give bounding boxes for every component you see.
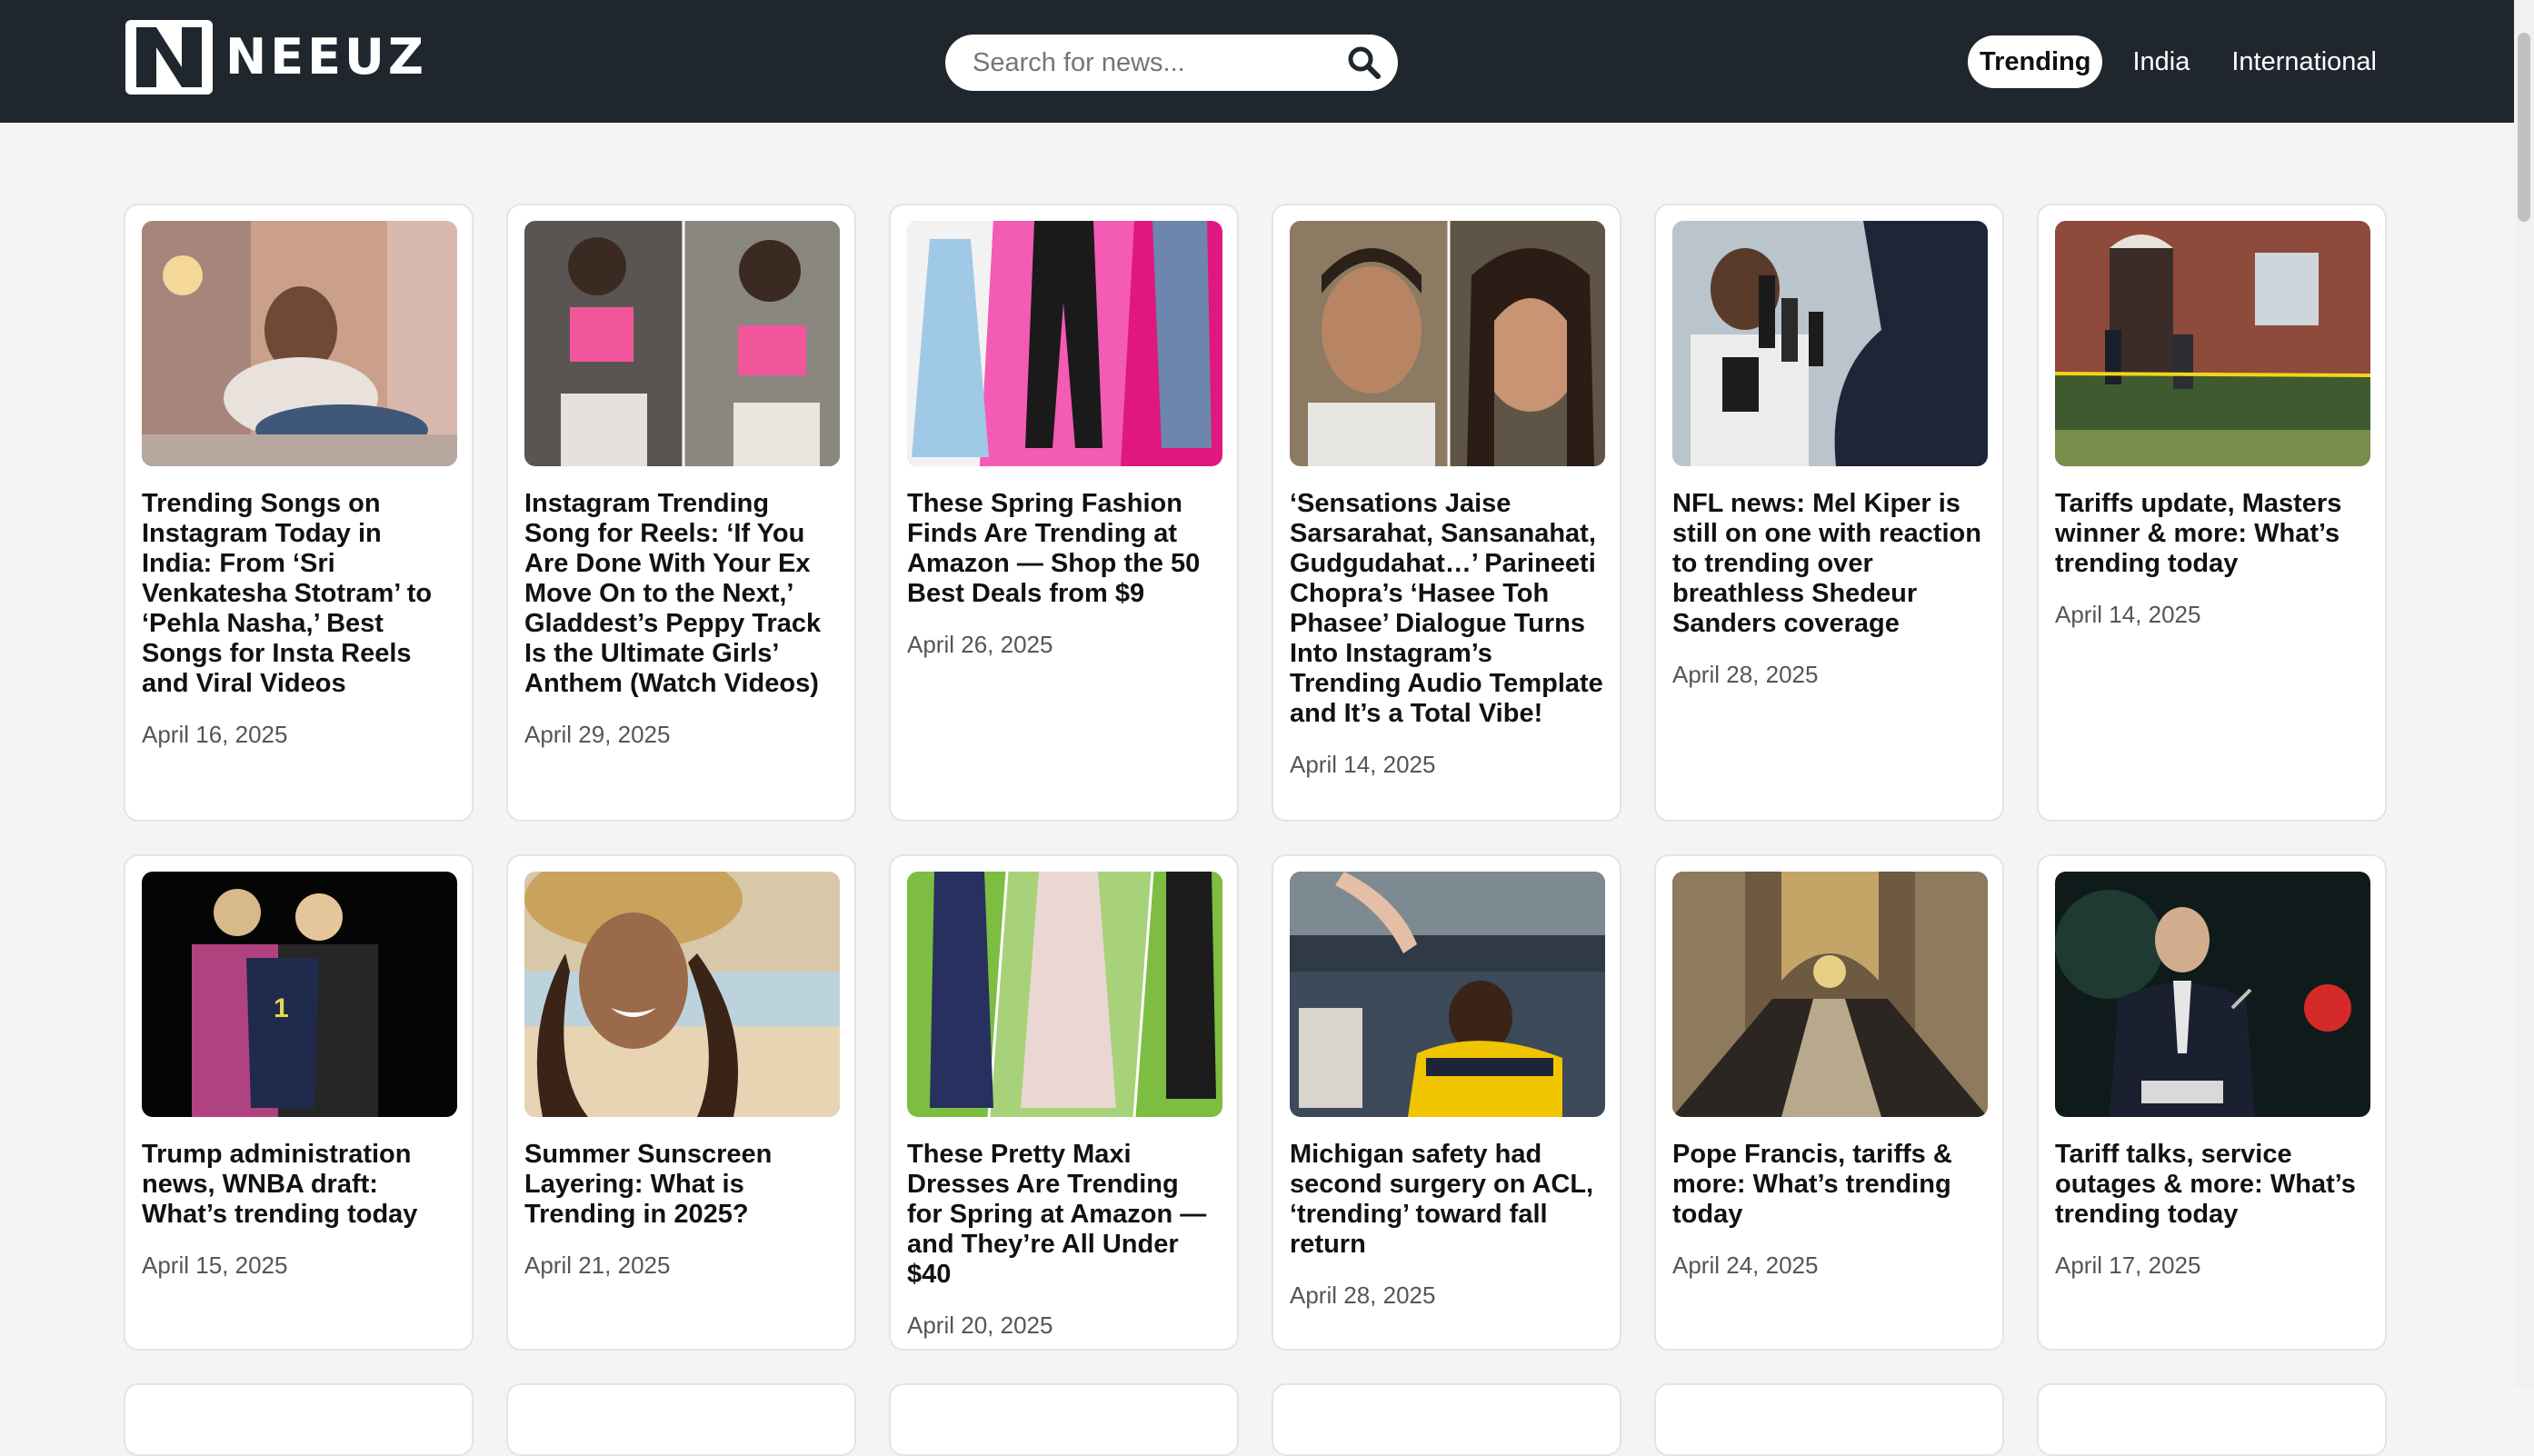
news-card[interactable]: Instagram Trending Song for Reels: ‘If Y… — [506, 204, 856, 822]
article-title[interactable]: NFL news: Mel Kiper is still on one with… — [1672, 489, 1986, 639]
article-title[interactable]: ‘Sensations Jaise Sarsarahat, Sansanahat… — [1290, 489, 1603, 729]
site-logo[interactable]: NEEUZ — [125, 20, 427, 95]
news-card[interactable] — [889, 1383, 1239, 1456]
news-card[interactable]: Tariffs update, Masters winner & more: W… — [2037, 204, 2387, 822]
article-title[interactable]: These Pretty Maxi Dresses Are Trending f… — [907, 1140, 1221, 1290]
article-title[interactable]: Trump administration news, WNBA draft: W… — [142, 1140, 455, 1230]
article-title[interactable]: Tariff talks, service outages & more: Wh… — [2055, 1140, 2369, 1230]
article-image — [2055, 872, 2370, 1117]
scrollbar[interactable] — [2514, 0, 2534, 1387]
news-card[interactable]: ‘Sensations Jaise Sarsarahat, Sansanahat… — [1272, 204, 1621, 822]
article-date: April 14, 2025 — [2055, 601, 2201, 628]
scrollbar-thumb[interactable] — [2518, 33, 2530, 222]
article-image — [2055, 221, 2370, 466]
news-card[interactable] — [2037, 1383, 2387, 1456]
news-card[interactable]: NFL news: Mel Kiper is still on one with… — [1654, 204, 2004, 822]
news-card[interactable]: Michigan safety had second surgery on AC… — [1272, 854, 1621, 1351]
article-date: April 21, 2025 — [524, 1252, 671, 1279]
news-card[interactable]: 1 Trump administration news, WNBA draft:… — [124, 854, 474, 1351]
nav-item-india[interactable]: India — [2120, 35, 2201, 88]
article-title[interactable]: Trending Songs on Instagram Today in Ind… — [142, 489, 455, 699]
article-image: 1 — [142, 872, 457, 1117]
article-image — [907, 221, 1222, 466]
news-card[interactable]: Trending Songs on Instagram Today in Ind… — [124, 204, 474, 822]
article-date: April 15, 2025 — [142, 1252, 288, 1279]
news-card[interactable]: Summer Sunscreen Layering: What is Trend… — [506, 854, 856, 1351]
article-image — [1290, 872, 1605, 1117]
article-title[interactable]: These Spring Fashion Finds Are Trending … — [907, 489, 1221, 609]
article-date: April 20, 2025 — [907, 1311, 1053, 1339]
top-navbar: NEEUZ Trending India International — [0, 0, 2514, 123]
article-date: April 17, 2025 — [2055, 1252, 2201, 1279]
news-card[interactable]: Pope Francis, tariffs & more: What’s tre… — [1654, 854, 2004, 1351]
article-date: April 26, 2025 — [907, 631, 1053, 658]
news-card[interactable] — [506, 1383, 856, 1456]
nav-item-international[interactable]: International — [2220, 35, 2389, 88]
article-image — [1672, 872, 1988, 1117]
article-date: April 29, 2025 — [524, 721, 671, 748]
article-title[interactable]: Pope Francis, tariffs & more: What’s tre… — [1672, 1140, 1986, 1230]
article-image — [1290, 221, 1605, 466]
article-title[interactable]: Summer Sunscreen Layering: What is Trend… — [524, 1140, 838, 1230]
news-card[interactable] — [124, 1383, 474, 1456]
article-title[interactable]: Michigan safety had second surgery on AC… — [1290, 1140, 1603, 1260]
news-card[interactable] — [1272, 1383, 1621, 1456]
article-date: April 16, 2025 — [142, 721, 288, 748]
news-card[interactable] — [1654, 1383, 2004, 1456]
article-image — [524, 872, 840, 1117]
news-grid: Trending Songs on Instagram Today in Ind… — [124, 204, 2390, 1456]
main-nav: Trending India International — [1950, 35, 2389, 89]
search-icon[interactable] — [1343, 42, 1385, 84]
nav-item-trending[interactable]: Trending — [1968, 35, 2103, 88]
news-card[interactable]: These Pretty Maxi Dresses Are Trending f… — [889, 854, 1239, 1351]
logo-mark-icon — [125, 20, 213, 95]
article-date: April 28, 2025 — [1290, 1281, 1436, 1309]
article-date: April 28, 2025 — [1672, 661, 1819, 688]
article-date: April 24, 2025 — [1672, 1252, 1819, 1279]
article-date: April 14, 2025 — [1290, 751, 1436, 778]
article-image — [1672, 221, 1988, 466]
brand-name: NEEUZ — [225, 28, 427, 85]
news-card[interactable]: These Spring Fashion Finds Are Trending … — [889, 204, 1239, 822]
search-bar — [945, 35, 1398, 91]
search-input[interactable] — [971, 35, 1334, 91]
article-title[interactable]: Instagram Trending Song for Reels: ‘If Y… — [524, 489, 838, 699]
article-title[interactable]: Tariffs update, Masters winner & more: W… — [2055, 489, 2369, 579]
article-image — [142, 221, 457, 466]
article-image — [524, 221, 840, 466]
svg-text:1: 1 — [274, 993, 289, 1023]
news-card[interactable]: Tariff talks, service outages & more: Wh… — [2037, 854, 2387, 1351]
article-image — [907, 872, 1222, 1117]
